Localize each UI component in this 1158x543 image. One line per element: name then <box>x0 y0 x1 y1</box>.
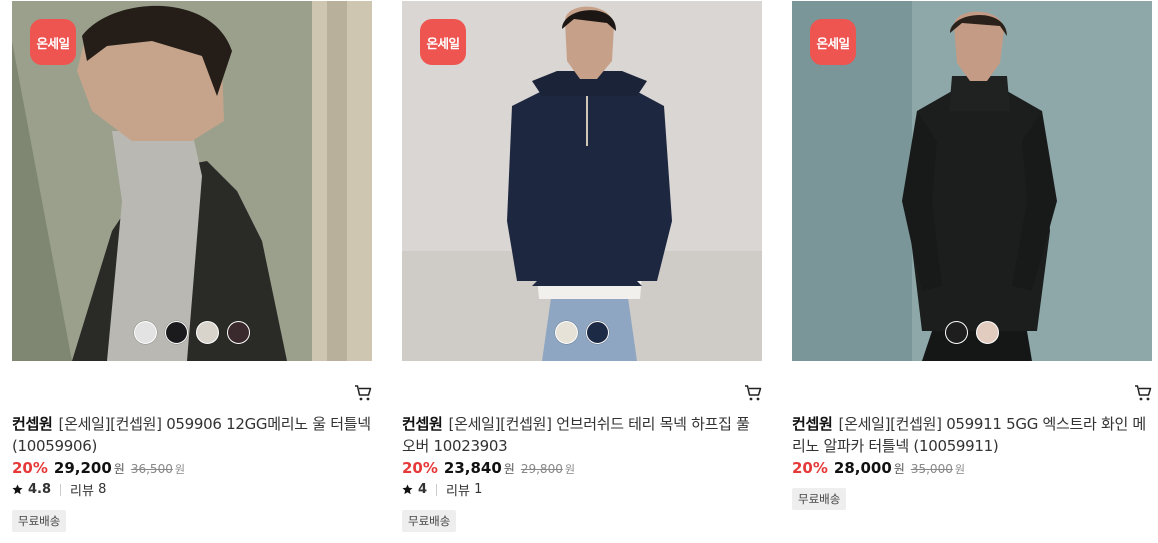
product-image[interactable]: 온세일 <box>792 1 1152 361</box>
color-swatch[interactable] <box>945 321 968 344</box>
rating-row: 4.8 리뷰 8 <box>12 480 106 499</box>
color-swatch[interactable] <box>196 321 219 344</box>
product-name: [온세일][컨셉원] 언브러쉬드 테리 목넥 하프집 풀오버 10023903 <box>402 415 750 455</box>
sale-badge: 온세일 <box>810 19 856 65</box>
sale-price: 23,840 <box>443 459 502 477</box>
brand-name: 컨셉원 <box>402 415 443 433</box>
color-swatch[interactable] <box>227 321 250 344</box>
product-card[interactable]: 온세일 컨셉원 [온세일][컨셉원] 059911 5GG 엑스트라 화인 메리노… <box>792 0 1152 543</box>
brand-name: 컨셉원 <box>792 415 833 433</box>
sale-badge: 온세일 <box>30 19 76 65</box>
price-unit: 원 <box>113 462 125 476</box>
discount-rate: 20% <box>12 459 48 477</box>
divider <box>60 483 62 496</box>
original-price: 35,000 <box>910 462 953 476</box>
sale-price: 29,200 <box>53 459 112 477</box>
cart-icon[interactable] <box>354 384 372 402</box>
review-label: 리뷰 <box>70 484 94 499</box>
free-shipping-tag: 무료배송 <box>402 510 457 532</box>
color-swatch[interactable] <box>134 321 157 344</box>
free-shipping-tag: 무료배송 <box>792 488 847 510</box>
discount-rate: 20% <box>792 459 828 477</box>
divider <box>436 483 438 496</box>
color-swatch[interactable] <box>586 321 609 344</box>
product-title[interactable]: 컨셉원 [온세일][컨셉원] 059906 12GG메리노 울 터틀넥 (1005… <box>12 413 372 457</box>
color-swatch[interactable] <box>165 321 188 344</box>
star-icon <box>402 484 413 495</box>
price-row: 20% 28,000 원 35,000 원 <box>792 459 965 477</box>
price-unit: 원 <box>893 462 905 476</box>
cart-icon[interactable] <box>744 384 762 402</box>
price-row: 20% 29,200 원 36,500 원 <box>12 459 185 477</box>
original-price: 29,800 <box>520 462 563 476</box>
review-label: 리뷰 <box>446 484 470 499</box>
product-card[interactable]: 온세일 컨셉원 [온세일][컨셉원] 059906 12GG메리노 울 터틀넥 (… <box>12 0 372 543</box>
sale-price: 28,000 <box>833 459 892 477</box>
color-swatch[interactable] <box>976 321 999 344</box>
product-title[interactable]: 컨셉원 [온세일][컨셉원] 언브러쉬드 테리 목넥 하프집 풀오버 100239… <box>402 413 762 457</box>
discount-rate: 20% <box>402 459 438 477</box>
review-count: 1 <box>474 482 483 497</box>
brand-name: 컨셉원 <box>12 415 53 433</box>
price-row: 20% 23,840 원 29,800 원 <box>402 459 575 477</box>
review-count: 8 <box>98 482 107 497</box>
product-title[interactable]: 컨셉원 [온세일][컨셉원] 059911 5GG 엑스트라 화인 메리노 알파카… <box>792 413 1152 457</box>
sale-badge: 온세일 <box>420 19 466 65</box>
color-swatches <box>402 321 762 344</box>
product-card[interactable]: 온세일 컨셉원 [온세일][컨셉원] 언브러쉬드 테리 목넥 하프집 풀오버 10… <box>402 0 762 543</box>
rating-value: 4.8 <box>28 482 52 497</box>
cart-icon[interactable] <box>1134 384 1152 402</box>
color-swatch[interactable] <box>555 321 578 344</box>
price-unit: 원 <box>503 462 515 476</box>
original-price-unit: 원 <box>954 463 965 476</box>
original-price-unit: 원 <box>564 463 575 476</box>
star-icon <box>12 484 23 495</box>
color-swatches <box>792 321 1152 344</box>
original-price-unit: 원 <box>174 463 185 476</box>
product-image[interactable]: 온세일 <box>12 1 372 361</box>
free-shipping-tag: 무료배송 <box>12 510 67 532</box>
rating-row: 4 리뷰 1 <box>402 480 482 499</box>
original-price: 36,500 <box>130 462 173 476</box>
rating-value: 4 <box>418 482 428 497</box>
product-image[interactable]: 온세일 <box>402 1 762 361</box>
color-swatches <box>12 321 372 344</box>
product-name: [온세일][컨셉원] 059906 12GG메리노 울 터틀넥 (1005990… <box>12 415 371 455</box>
product-name: [온세일][컨셉원] 059911 5GG 엑스트라 화인 메리노 알파카 터틀… <box>792 415 1146 455</box>
